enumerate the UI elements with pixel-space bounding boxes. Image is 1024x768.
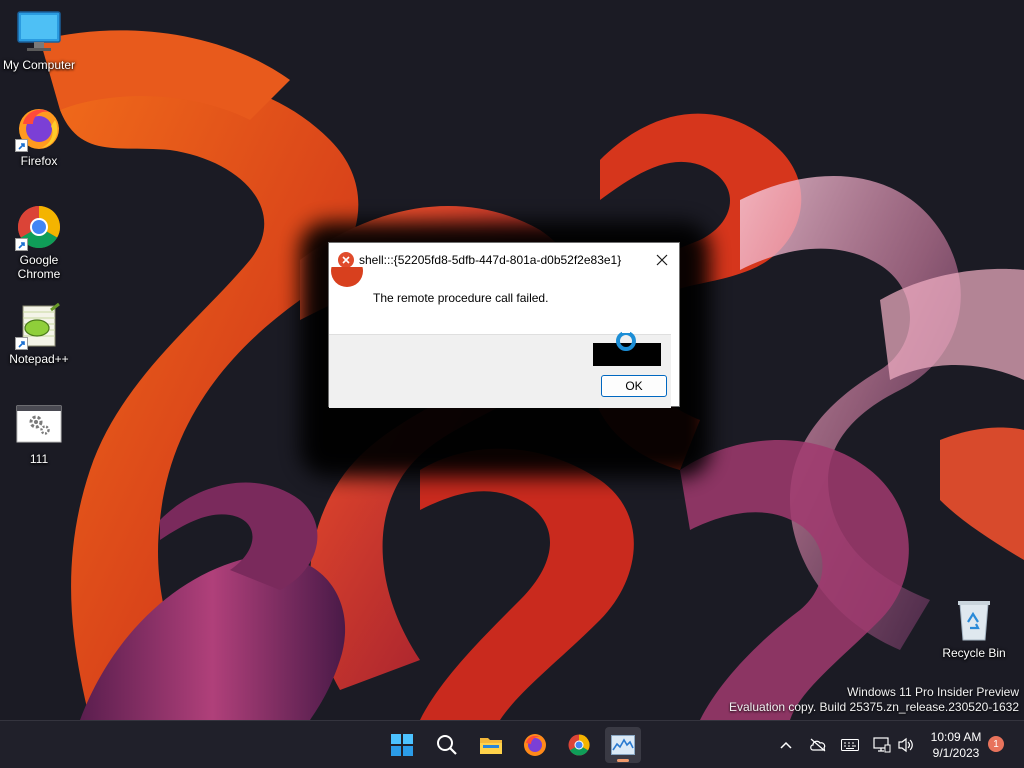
volume-icon <box>898 737 913 753</box>
desktop-icon-my-computer[interactable]: My Computer <box>1 8 77 72</box>
dialog-title: shell:::{52205fd8-5dfb-447d-801a-d0b52f2… <box>359 253 622 267</box>
clock-date: 9/1/2023 <box>932 746 980 760</box>
search-icon <box>437 735 457 755</box>
desktop-icon-firefox[interactable]: Firefox <box>1 104 77 168</box>
watermark-line-1: Windows 11 Pro Insider Preview <box>847 685 1019 699</box>
notepad-plus-plus-icon <box>15 302 63 350</box>
taskbar: 10:09 AM 9/1/2023 <box>0 720 1024 768</box>
shortcut-arrow-icon <box>15 337 28 350</box>
chevron-up-icon <box>780 741 792 749</box>
desktop-icon-google-chrome[interactable]: Google Chrome <box>1 203 77 281</box>
taskbar-file-explorer[interactable] <box>473 727 509 763</box>
desktop-icon-recycle-bin[interactable]: Recycle Bin <box>936 596 1012 660</box>
active-app-indicator <box>617 759 629 762</box>
keyboard-icon <box>841 739 859 751</box>
desktop-icon-label: Notepad++ <box>9 352 69 366</box>
error-icon <box>338 252 354 268</box>
settings-window-icon <box>15 402 63 450</box>
firefox-icon <box>15 104 63 152</box>
keyboard-tray-button[interactable] <box>840 735 860 755</box>
firefox-icon <box>524 734 546 756</box>
chrome-icon <box>568 734 590 756</box>
taskbar-search-button[interactable] <box>429 727 465 763</box>
evaluation-watermark: Windows 11 Pro Insider Preview Evaluatio… <box>729 685 1019 715</box>
network-icon <box>873 737 891 753</box>
onedrive-tray-button[interactable] <box>808 735 828 755</box>
desktop-icon-label: Firefox <box>20 154 58 168</box>
onedrive-off-icon <box>810 738 826 752</box>
watermark-line-2: Evaluation copy. Build 25375.zn_release.… <box>729 700 1019 714</box>
file-explorer-icon <box>480 738 502 754</box>
clock-time: 10:09 AM <box>930 730 982 744</box>
close-button[interactable] <box>653 251 671 269</box>
desktop-icon-label: Recycle Bin <box>942 646 1006 660</box>
show-hidden-icons-button[interactable] <box>776 735 796 755</box>
network-tray-button[interactable] <box>872 735 892 755</box>
taskbar-firefox[interactable] <box>517 727 553 763</box>
chrome-icon <box>15 203 63 251</box>
dialog-titlebar[interactable]: shell:::{52205fd8-5dfb-447d-801a-d0b52f2… <box>329 243 679 277</box>
ok-button[interactable]: OK <box>601 375 667 397</box>
busy-cursor-icon <box>616 329 636 351</box>
error-large-icon <box>331 267 363 287</box>
shortcut-arrow-icon <box>15 238 28 251</box>
desktop-icon-label: My Computer <box>2 58 76 72</box>
task-manager-icon <box>611 735 635 755</box>
taskbar-chrome[interactable] <box>561 727 597 763</box>
start-button[interactable] <box>384 727 420 763</box>
monitor-icon <box>15 8 63 56</box>
shortcut-arrow-icon <box>15 139 28 152</box>
taskbar-task-manager[interactable] <box>605 727 641 763</box>
dialog-message: The remote procedure call failed. <box>373 291 549 305</box>
desktop-icon-111[interactable]: 111 <box>1 402 77 466</box>
desktop-icon-label: Google Chrome <box>17 253 61 281</box>
error-dialog: shell:::{52205fd8-5dfb-447d-801a-d0b52f2… <box>328 242 680 408</box>
close-icon <box>656 254 668 266</box>
recycle-bin-icon <box>950 596 998 644</box>
desktop-icon-label: 111 <box>29 452 49 466</box>
volume-tray-button[interactable] <box>896 735 916 755</box>
desktop-icon-notepad-plus-plus[interactable]: Notepad++ <box>1 302 77 366</box>
notification-badge[interactable]: 1 <box>988 736 1004 752</box>
start-icon <box>391 734 413 756</box>
system-clock[interactable]: 10:09 AM 9/1/2023 <box>924 729 988 761</box>
